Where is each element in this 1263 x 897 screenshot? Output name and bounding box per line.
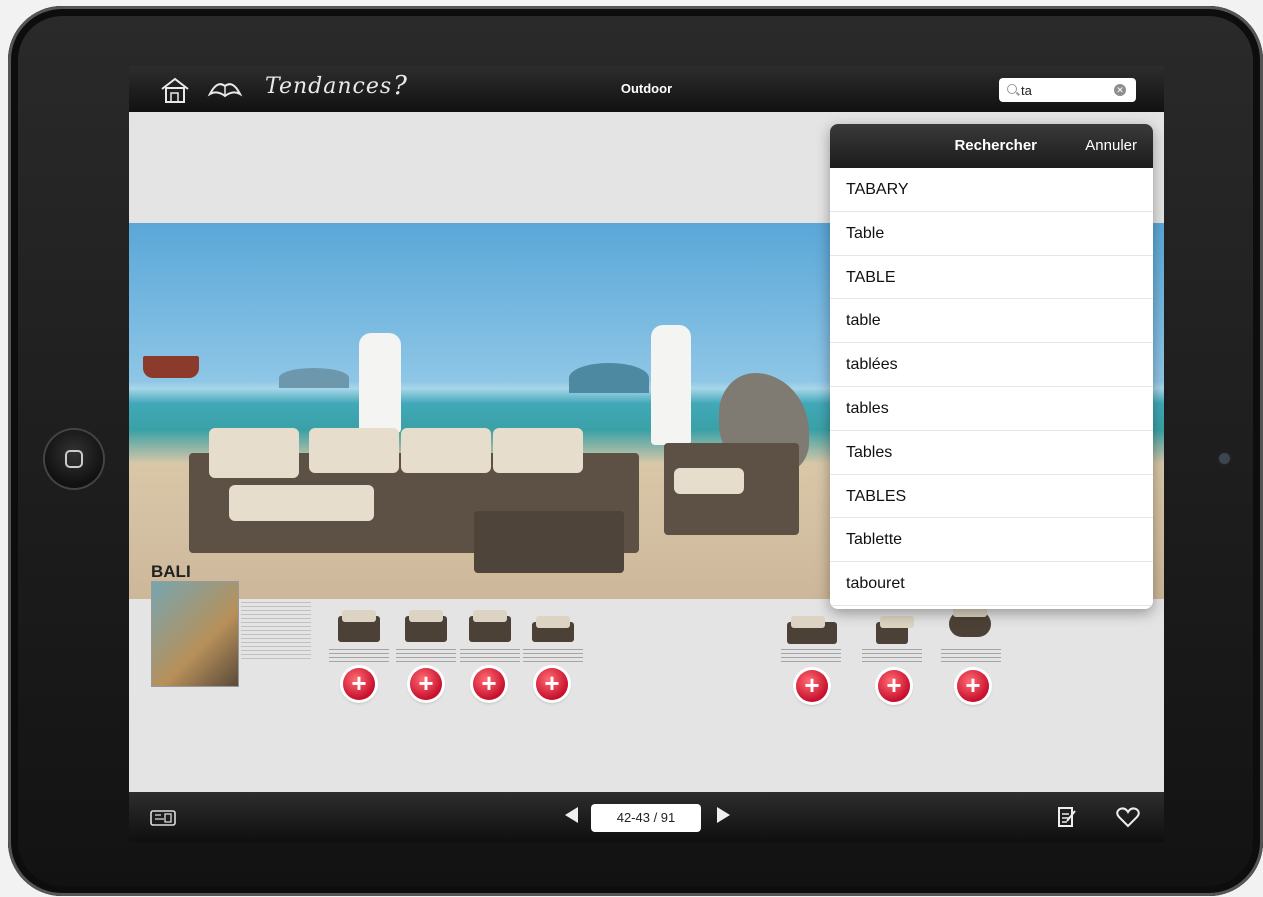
- search-button[interactable]: Rechercher: [954, 137, 1037, 154]
- product-image[interactable]: [338, 610, 380, 642]
- home-button-icon: [65, 450, 83, 468]
- plus-icon: +: [351, 668, 367, 698]
- brand-title[interactable]: Tendances: [265, 74, 392, 99]
- product-caption: [523, 649, 583, 663]
- person-figure: [651, 325, 691, 445]
- suggestion-item[interactable]: Tablette: [830, 518, 1153, 563]
- add-to-list-button[interactable]: +: [536, 668, 568, 700]
- coffee-table: [474, 511, 624, 573]
- product-caption: [862, 649, 922, 663]
- camera: [1219, 453, 1230, 464]
- add-to-list-button[interactable]: +: [410, 668, 442, 700]
- suggestion-item[interactable]: Table: [830, 212, 1153, 256]
- page-indicator[interactable]: 42-43 / 91: [591, 804, 701, 832]
- search-input[interactable]: [1021, 81, 1101, 99]
- suggestion-list: TABARY Table TABLE table tablées tables …: [830, 168, 1153, 606]
- cushion: [493, 428, 583, 473]
- search-box[interactable]: ✕: [999, 78, 1136, 102]
- add-to-list-button[interactable]: +: [957, 670, 989, 702]
- suggestion-item[interactable]: TABARY: [830, 168, 1153, 212]
- product-caption: [941, 649, 1001, 663]
- add-to-list-button[interactable]: +: [878, 670, 910, 702]
- prev-page-button[interactable]: [565, 807, 578, 823]
- product-image[interactable]: [532, 616, 574, 642]
- person-figure: [359, 333, 401, 433]
- popover-header: Rechercher Annuler: [830, 124, 1153, 168]
- next-page-button[interactable]: [717, 807, 730, 823]
- product-caption: [781, 649, 841, 663]
- collection-description: [241, 602, 311, 662]
- product-image[interactable]: [949, 605, 991, 637]
- cushion: [309, 428, 399, 473]
- plus-icon: +: [804, 670, 820, 700]
- clear-icon[interactable]: ✕: [1114, 84, 1126, 96]
- collection-thumbnail[interactable]: [151, 581, 239, 687]
- product-image[interactable]: [469, 610, 511, 642]
- product-image[interactable]: [876, 616, 914, 644]
- collection-label: BALI: [151, 562, 191, 581]
- cushion: [229, 485, 374, 521]
- home-button[interactable]: [45, 430, 103, 488]
- suggestion-item[interactable]: tabouret: [830, 562, 1153, 606]
- plus-icon: +: [481, 668, 497, 698]
- help-button[interactable]: ?: [393, 71, 407, 101]
- cushion: [401, 428, 491, 473]
- notes-icon[interactable]: [1057, 805, 1077, 829]
- bottom-toolbar: 42-43 / 91: [129, 792, 1164, 842]
- plus-icon: +: [965, 670, 981, 700]
- cancel-button[interactable]: Annuler: [1085, 137, 1137, 154]
- island-shape: [279, 368, 349, 388]
- product-caption: [396, 649, 456, 663]
- add-to-list-button[interactable]: +: [473, 668, 505, 700]
- suggestion-item[interactable]: tables: [830, 387, 1153, 431]
- suggestion-item[interactable]: TABLE: [830, 256, 1153, 300]
- home-icon[interactable]: [159, 76, 191, 104]
- boat: [143, 356, 199, 378]
- suggestion-item[interactable]: Tables: [830, 431, 1153, 475]
- plus-icon: +: [418, 668, 434, 698]
- product-image[interactable]: [787, 616, 837, 644]
- product-image[interactable]: [405, 610, 447, 642]
- cushion: [674, 468, 744, 494]
- search-suggestions-popover: Rechercher Annuler TABARY Table TABLE ta…: [830, 124, 1153, 609]
- island-shape: [569, 363, 649, 393]
- suggestion-item[interactable]: TABLES: [830, 475, 1153, 519]
- add-to-list-button[interactable]: +: [796, 670, 828, 702]
- cushion: [209, 428, 299, 478]
- plus-icon: +: [886, 670, 902, 700]
- suggestion-item[interactable]: table: [830, 299, 1153, 344]
- plus-icon: +: [544, 668, 560, 698]
- search-icon: [1007, 84, 1017, 94]
- product-caption: [460, 649, 520, 663]
- heart-icon[interactable]: [1116, 806, 1140, 828]
- top-toolbar: Tendances ? Outdoor ✕: [129, 66, 1164, 112]
- product-caption: [329, 649, 389, 663]
- stamp-icon[interactable]: [149, 808, 179, 828]
- suggestion-item[interactable]: tablées: [830, 343, 1153, 387]
- add-to-list-button[interactable]: +: [343, 668, 375, 700]
- book-icon[interactable]: [207, 76, 243, 102]
